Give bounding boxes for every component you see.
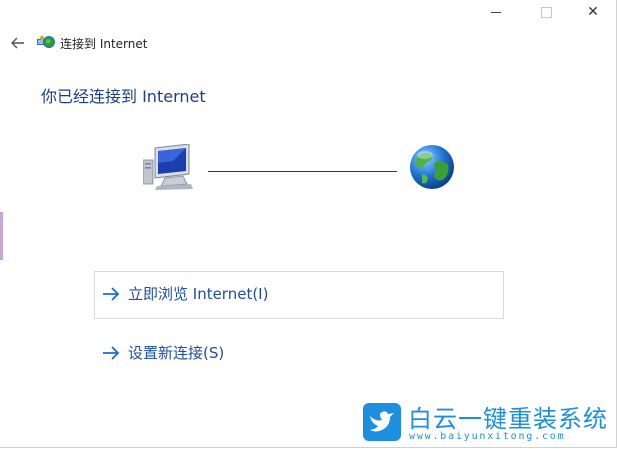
page-heading: 你已经连接到 Internet [41, 87, 206, 106]
back-button[interactable] [8, 33, 28, 53]
bird-logo-icon [363, 403, 401, 441]
maximize-icon [540, 6, 552, 18]
close-icon: ✕ [587, 4, 599, 20]
setup-new-connection-link[interactable]: 设置新连接(S) [102, 342, 224, 363]
browse-internet-label: 立即浏览 Internet(I) [128, 285, 269, 303]
back-arrow-icon [11, 37, 24, 49]
network-globe-icon [37, 35, 55, 48]
close-button[interactable]: ✕ [570, 0, 616, 24]
watermark-title: 白云一键重装系统 [408, 405, 608, 433]
left-edge-accent [0, 212, 3, 260]
minimize-icon [491, 11, 501, 13]
browse-internet-link[interactable]: 立即浏览 Internet(I) [102, 283, 268, 304]
arrow-right-icon [103, 345, 120, 360]
connect-internet-window: ✕ 连接到 Internet 你已经连接到 Internet 立即浏览 Inte… [0, 0, 617, 448]
setup-new-connection-label: 设置新连接(S) [128, 344, 225, 362]
connection-line [208, 171, 397, 172]
watermark-url: www.baiyunxitong.com [409, 431, 566, 442]
maximize-button[interactable] [523, 0, 569, 24]
arrow-right-icon [103, 286, 120, 301]
watermark: 白云一键重装系统 www.baiyunxitong.com [363, 403, 613, 447]
computer-icon [143, 144, 193, 190]
globe-icon [410, 145, 454, 189]
window-title: 连接到 Internet [60, 37, 148, 51]
minimize-button[interactable] [473, 0, 519, 24]
